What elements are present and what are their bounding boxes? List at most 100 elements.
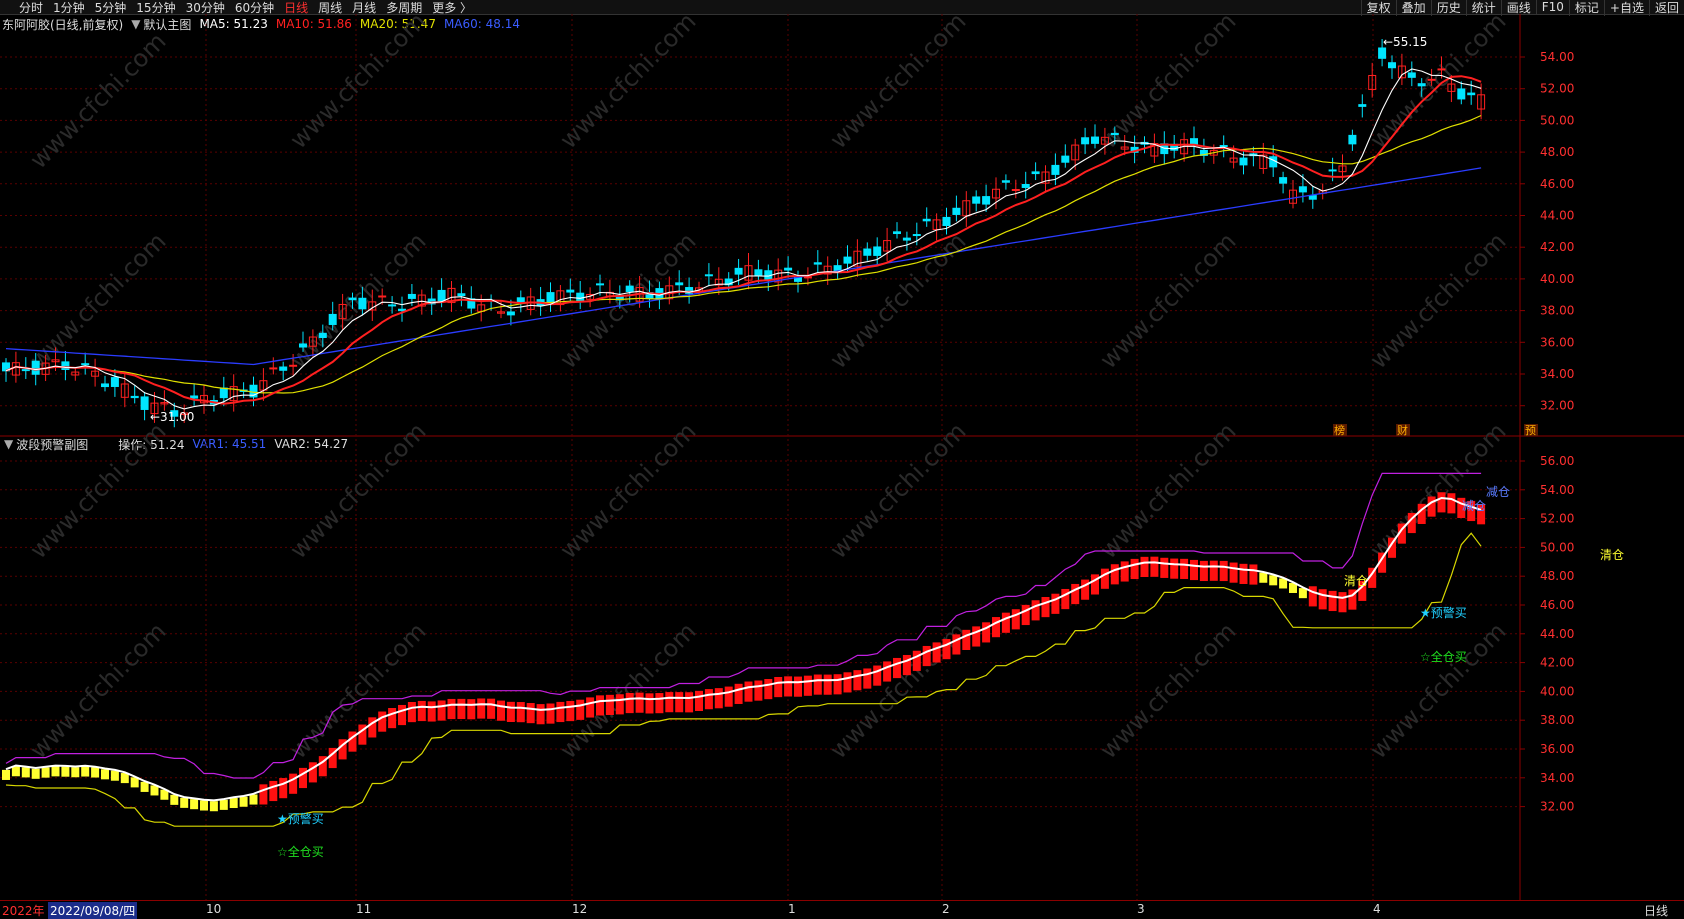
month-label-4: 4	[1373, 902, 1381, 916]
signal-bar	[714, 688, 723, 709]
signal-bar	[952, 634, 961, 655]
candle-body	[1407, 72, 1416, 78]
candle-body	[289, 364, 298, 367]
signal-bar	[209, 801, 218, 812]
signal-bar	[31, 768, 40, 779]
candle-body	[843, 256, 852, 264]
ma5-line	[5, 68, 1482, 410]
candle-body	[784, 267, 793, 271]
sub-y-tick-label: 32.00	[1540, 800, 1574, 814]
candle-body	[1219, 145, 1228, 148]
candle-body	[130, 395, 139, 399]
signal-bar	[2, 769, 10, 780]
signal-bar	[685, 692, 694, 713]
candle-body	[140, 396, 149, 410]
signal-bar	[902, 654, 911, 676]
signal-bar	[388, 707, 397, 729]
candle-body	[1308, 195, 1317, 200]
candle-body	[269, 367, 278, 370]
candle-body	[576, 292, 585, 302]
watermark-text: www.cfchi.com	[824, 227, 971, 374]
sub-y-tick-label: 40.00	[1540, 684, 1574, 698]
candle-body	[378, 295, 387, 298]
signal-bar	[71, 767, 80, 778]
signal-bar	[1100, 568, 1109, 589]
candle-body	[704, 274, 713, 277]
candle-body	[566, 289, 575, 293]
signal-bar	[1061, 588, 1070, 610]
watermark-text: www.cfchi.com	[1094, 617, 1241, 764]
sub-y-tick-label: 50.00	[1540, 540, 1574, 554]
signal-bar	[467, 699, 476, 720]
signal-reduce: 减仓	[1462, 499, 1486, 513]
signal-bar	[1110, 564, 1119, 585]
signal-bar	[596, 695, 604, 716]
signal-bar	[972, 626, 981, 647]
candle-body	[596, 283, 604, 286]
candle-body	[1457, 88, 1466, 100]
year-label: 2022年	[2, 904, 45, 918]
signal-bar	[1437, 492, 1446, 513]
candle-body	[219, 387, 228, 399]
event-mark-label: 财	[1397, 423, 1408, 437]
candle-body	[1061, 155, 1070, 163]
signal-bar	[893, 657, 901, 679]
signal-bar	[794, 676, 802, 697]
candle-body	[1279, 177, 1288, 184]
signal-bar	[813, 674, 822, 695]
signal-bar	[1190, 559, 1198, 581]
signal-bar	[398, 704, 406, 726]
sub-y-tick-label: 54.00	[1540, 483, 1574, 497]
signal-bar	[516, 702, 525, 723]
watermark-text: www.cfchi.com	[284, 7, 431, 154]
event-mark-label: 预	[1525, 424, 1536, 437]
candle-body	[318, 332, 327, 338]
event-mark: 榜	[1333, 423, 1347, 437]
signal-bar	[1160, 557, 1169, 578]
signal-bar	[1318, 589, 1327, 610]
signal-bar	[1140, 556, 1149, 577]
candle-body	[279, 366, 288, 371]
signal-alert-buy: ★预警买	[277, 811, 324, 826]
signal-bar	[180, 797, 189, 808]
candle-body	[1051, 164, 1060, 175]
signal-bar	[744, 681, 753, 702]
cursor-date-label: 2022/09/08/四	[48, 902, 138, 919]
candle-body	[101, 383, 109, 388]
signal-bar	[1071, 583, 1080, 605]
candle-body	[1081, 137, 1090, 145]
ma10-line	[5, 75, 1482, 405]
signal-bar	[41, 767, 50, 778]
signal-bar	[932, 642, 941, 663]
signal-bar	[526, 703, 535, 724]
candle-body	[982, 196, 991, 205]
candle-body	[1378, 47, 1387, 59]
candle-body	[1358, 104, 1367, 107]
signal-bar	[625, 692, 634, 714]
low-price-label: ←31.00	[150, 410, 194, 424]
period-label: 日线	[1643, 904, 1668, 918]
signal-bar	[754, 680, 763, 701]
signal-bar	[1308, 586, 1317, 607]
kline-chart[interactable]: www.cfchi.com www.cfchi.com www.cfchi.com w…	[0, 0, 1684, 900]
signal-bar	[1249, 564, 1258, 585]
candle-body	[1001, 180, 1010, 183]
signal-bar	[982, 622, 991, 643]
month-label-1: 1	[788, 902, 796, 916]
signal-bar	[635, 692, 644, 713]
watermark-text: www.cfchi.com	[554, 7, 701, 154]
signal-bar	[427, 701, 436, 722]
signal-bar	[140, 781, 149, 792]
signal-bar	[506, 701, 515, 722]
candle-body	[922, 218, 931, 222]
var2-band-line	[5, 472, 1482, 779]
main-y-tick-label: 32.00	[1540, 399, 1574, 413]
signal-bar	[269, 780, 278, 802]
signal-bar	[1269, 575, 1278, 586]
signal-bar	[724, 686, 733, 707]
signal-bar	[1427, 496, 1436, 517]
month-label-10: 10	[206, 902, 222, 916]
signal-bar	[556, 701, 565, 723]
signal-bar	[1021, 604, 1030, 626]
signal-bar	[1239, 563, 1248, 584]
